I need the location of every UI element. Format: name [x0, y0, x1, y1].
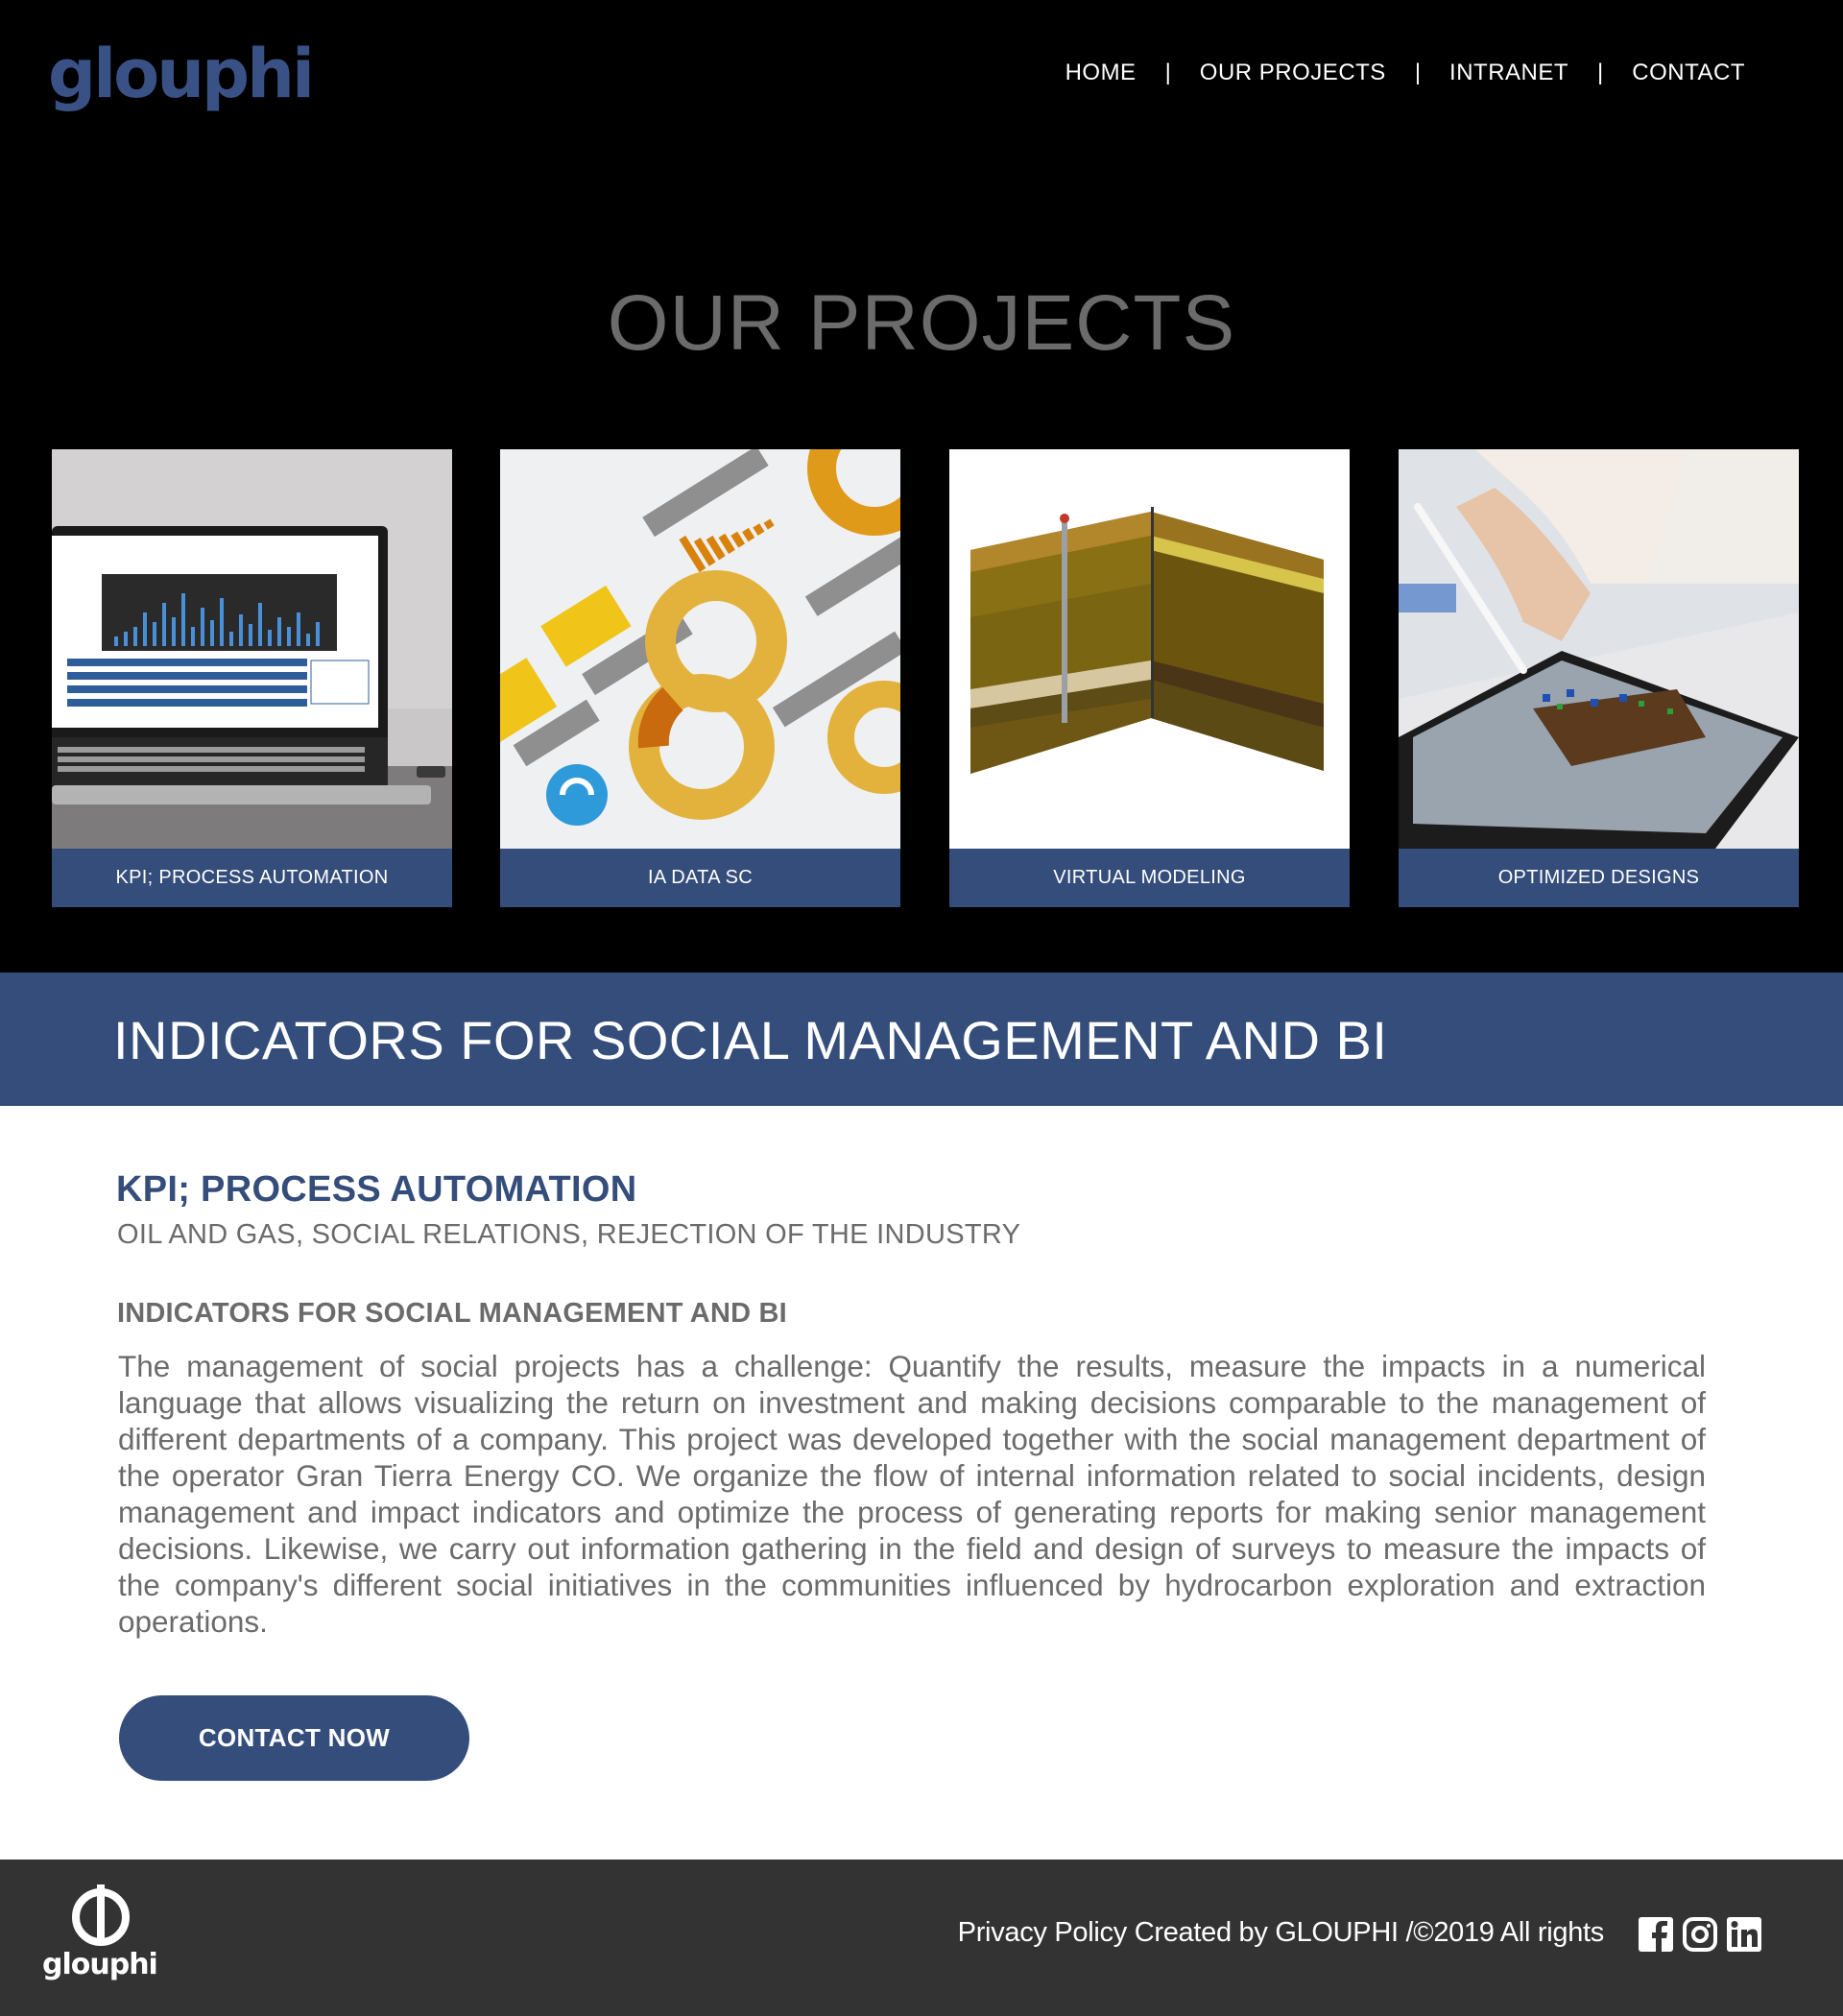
- contact-now-button[interactable]: CONTACT NOW: [119, 1695, 469, 1781]
- geological-3d-model-image: [949, 449, 1350, 849]
- section-title: OUR PROJECTS: [607, 279, 1236, 367]
- laptop-dashboard-image: [52, 449, 452, 849]
- nav-our-projects[interactable]: OUR PROJECTS: [1200, 60, 1386, 86]
- footer-copyright[interactable]: Privacy Policy Created by GLOUPHI /©2019…: [958, 1917, 1605, 1949]
- facebook-icon[interactable]: [1639, 1917, 1673, 1952]
- nav-intranet[interactable]: INTRANET: [1449, 60, 1568, 86]
- card-label: KPI; PROCESS AUTOMATION: [52, 849, 452, 907]
- card-label: IA DATA SC: [500, 849, 900, 907]
- social-links: [1639, 1917, 1761, 1952]
- card-label: VIRTUAL MODELING: [949, 849, 1350, 907]
- banner-title: INDICATORS FOR SOCIAL MANAGEMENT AND BI: [113, 1010, 1388, 1070]
- instagram-icon[interactable]: [1683, 1917, 1717, 1952]
- project-detail: KPI; PROCESS AUTOMATION OIL AND GAS, SOC…: [0, 1106, 1843, 1860]
- linkedin-icon[interactable]: [1727, 1917, 1761, 1952]
- footer: glouphi Privacy Policy Created by GLOUPH…: [0, 1860, 1843, 2016]
- nav-contact[interactable]: CONTACT: [1632, 60, 1745, 86]
- nav-home[interactable]: HOME: [1065, 60, 1137, 86]
- project-card-ia-data[interactable]: IA DATA SC: [500, 449, 900, 907]
- project-banner: INDICATORS FOR SOCIAL MANAGEMENT AND BI: [0, 972, 1843, 1106]
- project-card-virtual-modeling[interactable]: VIRTUAL MODELING: [949, 449, 1350, 907]
- footer-logo-text: glouphi: [42, 1948, 158, 1981]
- project-heading: KPI; PROCESS AUTOMATION: [116, 1169, 637, 1210]
- card-label: OPTIMIZED DESIGNS: [1399, 849, 1799, 907]
- project-cards: KPI; PROCESS AUTOMATION IA DATA SC VIRTU…: [52, 449, 1799, 907]
- project-card-optimized-designs[interactable]: OPTIMIZED DESIGNS: [1399, 449, 1799, 907]
- nav-separator: |: [1597, 60, 1604, 85]
- brand-logo[interactable]: glouphi: [48, 40, 315, 108]
- project-tags: OIL AND GAS, SOCIAL RELATIONS, REJECTION…: [117, 1219, 1021, 1250]
- nav-separator: |: [1414, 60, 1422, 85]
- header: glouphi HOME | OUR PROJECTS | INTRANET |…: [0, 0, 1843, 972]
- nav-separator: |: [1164, 60, 1171, 85]
- project-card-kpi[interactable]: KPI; PROCESS AUTOMATION: [52, 449, 452, 907]
- tablet-stylus-design-image: [1399, 449, 1799, 849]
- infographic-charts-image: [500, 449, 900, 849]
- project-description: The management of social projects has a …: [118, 1349, 1706, 1639]
- project-subheading: INDICATORS FOR SOCIAL MANAGEMENT AND BI: [117, 1298, 787, 1329]
- main-nav: HOME | OUR PROJECTS | INTRANET | CONTACT: [1065, 60, 1745, 86]
